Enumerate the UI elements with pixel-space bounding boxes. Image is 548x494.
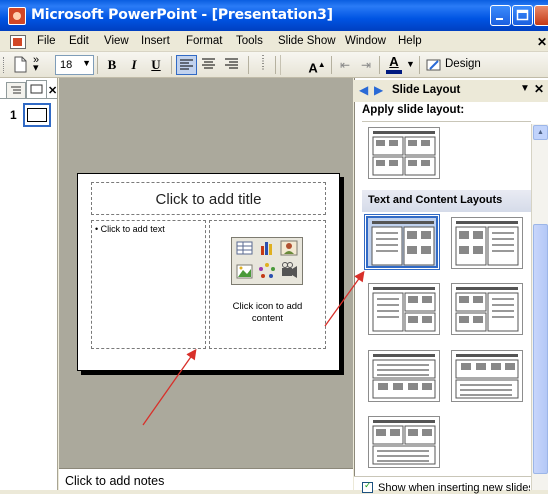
layout-thumbnail-text-two-content[interactable] [368, 283, 440, 335]
close-document-icon[interactable]: ✕ [537, 35, 547, 49]
slides-pane: ✕ 1 [0, 78, 58, 490]
window-title: Microsoft PowerPoint - [Presentation3] [31, 7, 333, 23]
show-when-inserting-label: Show when inserting new slides [378, 482, 530, 494]
menu-edit[interactable]: Edit [69, 35, 89, 47]
menu-format[interactable]: Format [186, 35, 222, 47]
forward-arrow-icon[interactable]: ▶ [374, 83, 383, 97]
apply-layout-label: Apply slide layout: [362, 104, 465, 116]
line-spacing-icon[interactable]: ⋮ ⋮ [254, 55, 272, 75]
align-left-button[interactable] [176, 55, 197, 75]
insert-table-icon [236, 241, 253, 255]
document-icon[interactable] [10, 35, 26, 49]
text-placeholder-text: Click to add text [100, 224, 165, 234]
increase-font-size-icon[interactable]: A▲ [307, 55, 327, 75]
align-left-icon [180, 59, 193, 70]
notes-pane[interactable]: Click to add notes [59, 468, 353, 490]
slide-canvas: Click to add title • Click to add text C… [77, 173, 340, 371]
maximize-icon [516, 9, 529, 21]
close-button[interactable] [534, 5, 548, 26]
outline-icon [11, 86, 21, 94]
chevron-down-icon: ▼ [82, 58, 91, 68]
menu-tools[interactable]: Tools [236, 35, 263, 47]
maximize-button[interactable] [512, 5, 533, 26]
task-pane-menu-icon[interactable]: ▼ [520, 83, 530, 94]
content-placeholder-line2: content [251, 313, 284, 324]
font-color-swatch [386, 70, 402, 74]
scroll-up-arrow-icon[interactable]: ▲ [533, 125, 548, 140]
new-button[interactable] [12, 55, 30, 75]
text-placeholder[interactable]: • Click to add text [91, 220, 206, 349]
task-pane-header: ◀ ▶ Slide Layout ▼ ✕ [354, 80, 548, 102]
minimize-button[interactable] [490, 5, 511, 26]
bullet-icon: • [95, 224, 99, 234]
content-placeholder[interactable]: Click icon to add content [209, 220, 326, 349]
outline-tab[interactable] [6, 82, 26, 98]
content-placeholder-line1: Click icon to add [232, 301, 303, 312]
design-label: Design [445, 58, 481, 70]
font-color-button[interactable]: A [384, 55, 404, 75]
design-brush-icon [426, 59, 441, 71]
insert-diagram-icon [259, 263, 275, 278]
align-center-button[interactable] [199, 55, 220, 75]
design-button[interactable]: Design [425, 55, 481, 75]
italic-button[interactable]: I [124, 55, 144, 75]
menu-slide-show[interactable]: Slide Show [278, 35, 336, 47]
title-bar: Microsoft PowerPoint - [Presentation3] [0, 0, 548, 31]
slide-thumbnail[interactable] [23, 103, 51, 127]
insert-picture-icon [236, 264, 253, 279]
bold-button[interactable]: B [102, 55, 122, 75]
back-arrow-icon[interactable]: ◀ [359, 83, 368, 97]
menu-bar: File Edit View Insert Format Tools Slide… [0, 31, 548, 52]
show-when-inserting-checkbox[interactable]: ✓ [362, 480, 373, 493]
align-right-button[interactable] [222, 55, 243, 75]
slides-tab[interactable] [26, 80, 47, 98]
layout-thumbnail-title-content-text[interactable] [451, 217, 523, 269]
chevron-down-icon[interactable]: ▼ [406, 59, 415, 69]
minimize-icon [496, 18, 503, 20]
layout-thumbnail-title-text-content[interactable] [364, 214, 440, 270]
layout-thumbnail-two-content-text[interactable] [451, 283, 523, 335]
underline-button[interactable]: U [146, 55, 166, 75]
text-and-content-section-header: Text and Content Layouts [362, 190, 548, 212]
close-task-pane-icon[interactable]: ✕ [534, 82, 544, 96]
insert-chart-icon [261, 242, 272, 255]
slides-icon [30, 84, 43, 94]
task-pane-scrollbar[interactable]: ▲ [531, 124, 548, 490]
layout-thumbnail-content-4[interactable] [368, 127, 440, 179]
menu-file[interactable]: File [37, 35, 56, 47]
menu-window[interactable]: Window [345, 35, 386, 47]
menu-help[interactable]: Help [398, 35, 422, 47]
powerpoint-app-icon[interactable] [8, 7, 26, 25]
title-placeholder[interactable]: Click to add title [91, 182, 326, 215]
font-size-select[interactable]: 18 ▼ [55, 55, 94, 75]
menu-view[interactable]: View [104, 35, 129, 47]
layout-thumbnail-content-over-text[interactable] [451, 350, 523, 402]
notes-placeholder: Click to add notes [65, 474, 165, 488]
increase-indent-icon[interactable]: ⇥ [357, 55, 375, 75]
scrollbar-thumb[interactable] [533, 224, 548, 474]
insert-media-clip-icon [282, 262, 297, 278]
checkmark-icon: ✓ [364, 480, 372, 490]
content-icon-palette [231, 237, 303, 285]
align-center-icon [202, 58, 215, 69]
layout-thumbnail-two-content-over-text[interactable] [368, 416, 440, 468]
menu-insert[interactable]: Insert [141, 35, 170, 47]
title-placeholder-text: Click to add title [155, 191, 262, 208]
layout-thumbnail-text-over-content[interactable] [368, 350, 440, 402]
font-color-letter: A [389, 54, 399, 69]
new-document-icon [14, 56, 27, 73]
decrease-indent-icon[interactable]: ⇤ [336, 55, 354, 75]
insert-clip-art-icon [280, 240, 298, 256]
toolbar-options-chevron-icon[interactable]: » ▾ [33, 55, 39, 74]
formatting-toolbar: » ▾ 18 ▼ B I U ⋮ ⋮ A▲ ⇤ ⇥ A ▼ Design [0, 52, 548, 78]
toolbar-grip[interactable] [3, 57, 6, 73]
font-size-value: 18 [60, 59, 73, 71]
slide-number: 1 [10, 108, 17, 122]
align-right-icon [225, 58, 238, 69]
task-pane-title: Slide Layout [392, 84, 461, 96]
close-pane-icon[interactable]: ✕ [48, 84, 57, 97]
